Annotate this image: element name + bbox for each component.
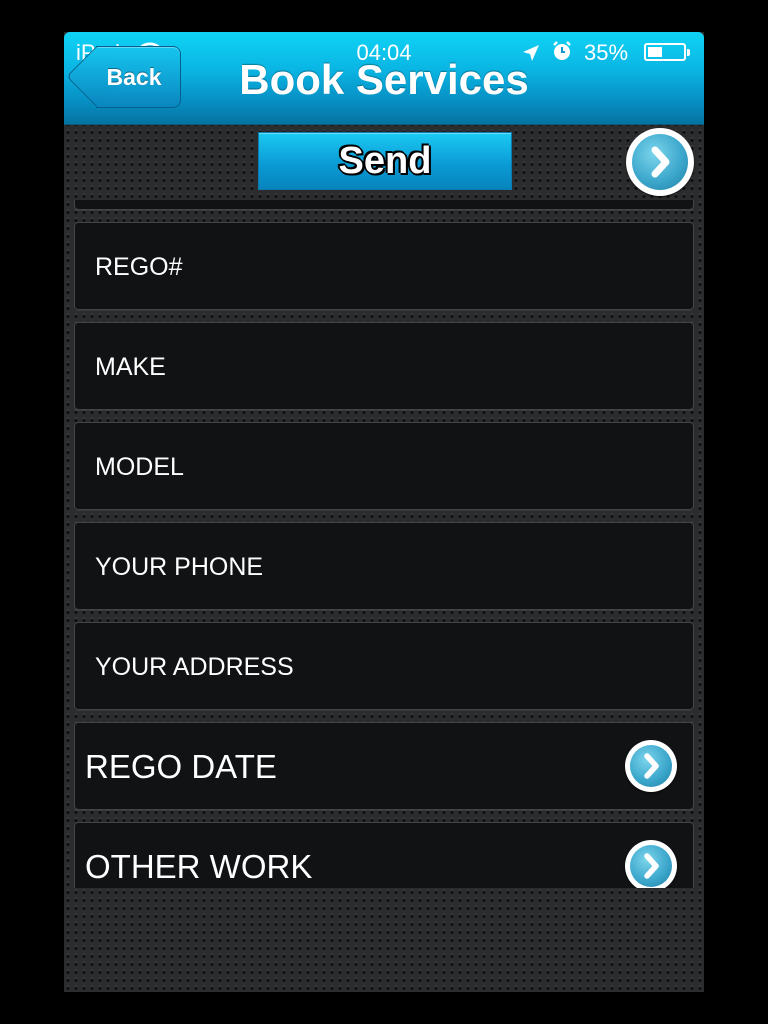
form-list: REGO# MAKE MODEL YOUR PHONE YOUR ADDRESS… [64,200,704,888]
next-button[interactable] [626,128,694,196]
phone-field[interactable]: YOUR PHONE [74,522,694,610]
row-label: OTHER WORK [85,848,313,885]
app-screen: iPad 04:04 35% [64,32,704,992]
chevron-right-icon [644,753,659,779]
field-label: REGO# [95,253,183,281]
rego-date-next-button[interactable] [625,740,677,792]
field-label: YOUR PHONE [95,553,264,581]
make-field[interactable]: MAKE [74,322,694,410]
other-work-next-button[interactable] [625,840,677,888]
row-label: REGO DATE [85,748,277,785]
address-field[interactable]: YOUR ADDRESS [74,622,694,710]
send-button[interactable]: Send [258,132,512,190]
form-field-partial[interactable] [74,200,694,210]
rego-number-field[interactable]: REGO# [74,222,694,310]
chevron-right-icon [651,146,670,178]
page-title: Book Services [239,56,529,103]
navigation-bar: iPad 04:04 35% [64,32,704,125]
model-field[interactable]: MODEL [74,422,694,510]
battery-icon [644,43,690,61]
rego-date-row[interactable]: REGO DATE [74,722,694,810]
chevron-right-icon [644,853,659,879]
field-label: MODEL [95,453,184,481]
field-label: MAKE [95,353,166,381]
field-label: YOUR ADDRESS [95,653,294,681]
other-work-row[interactable]: OTHER WORK [74,822,694,888]
